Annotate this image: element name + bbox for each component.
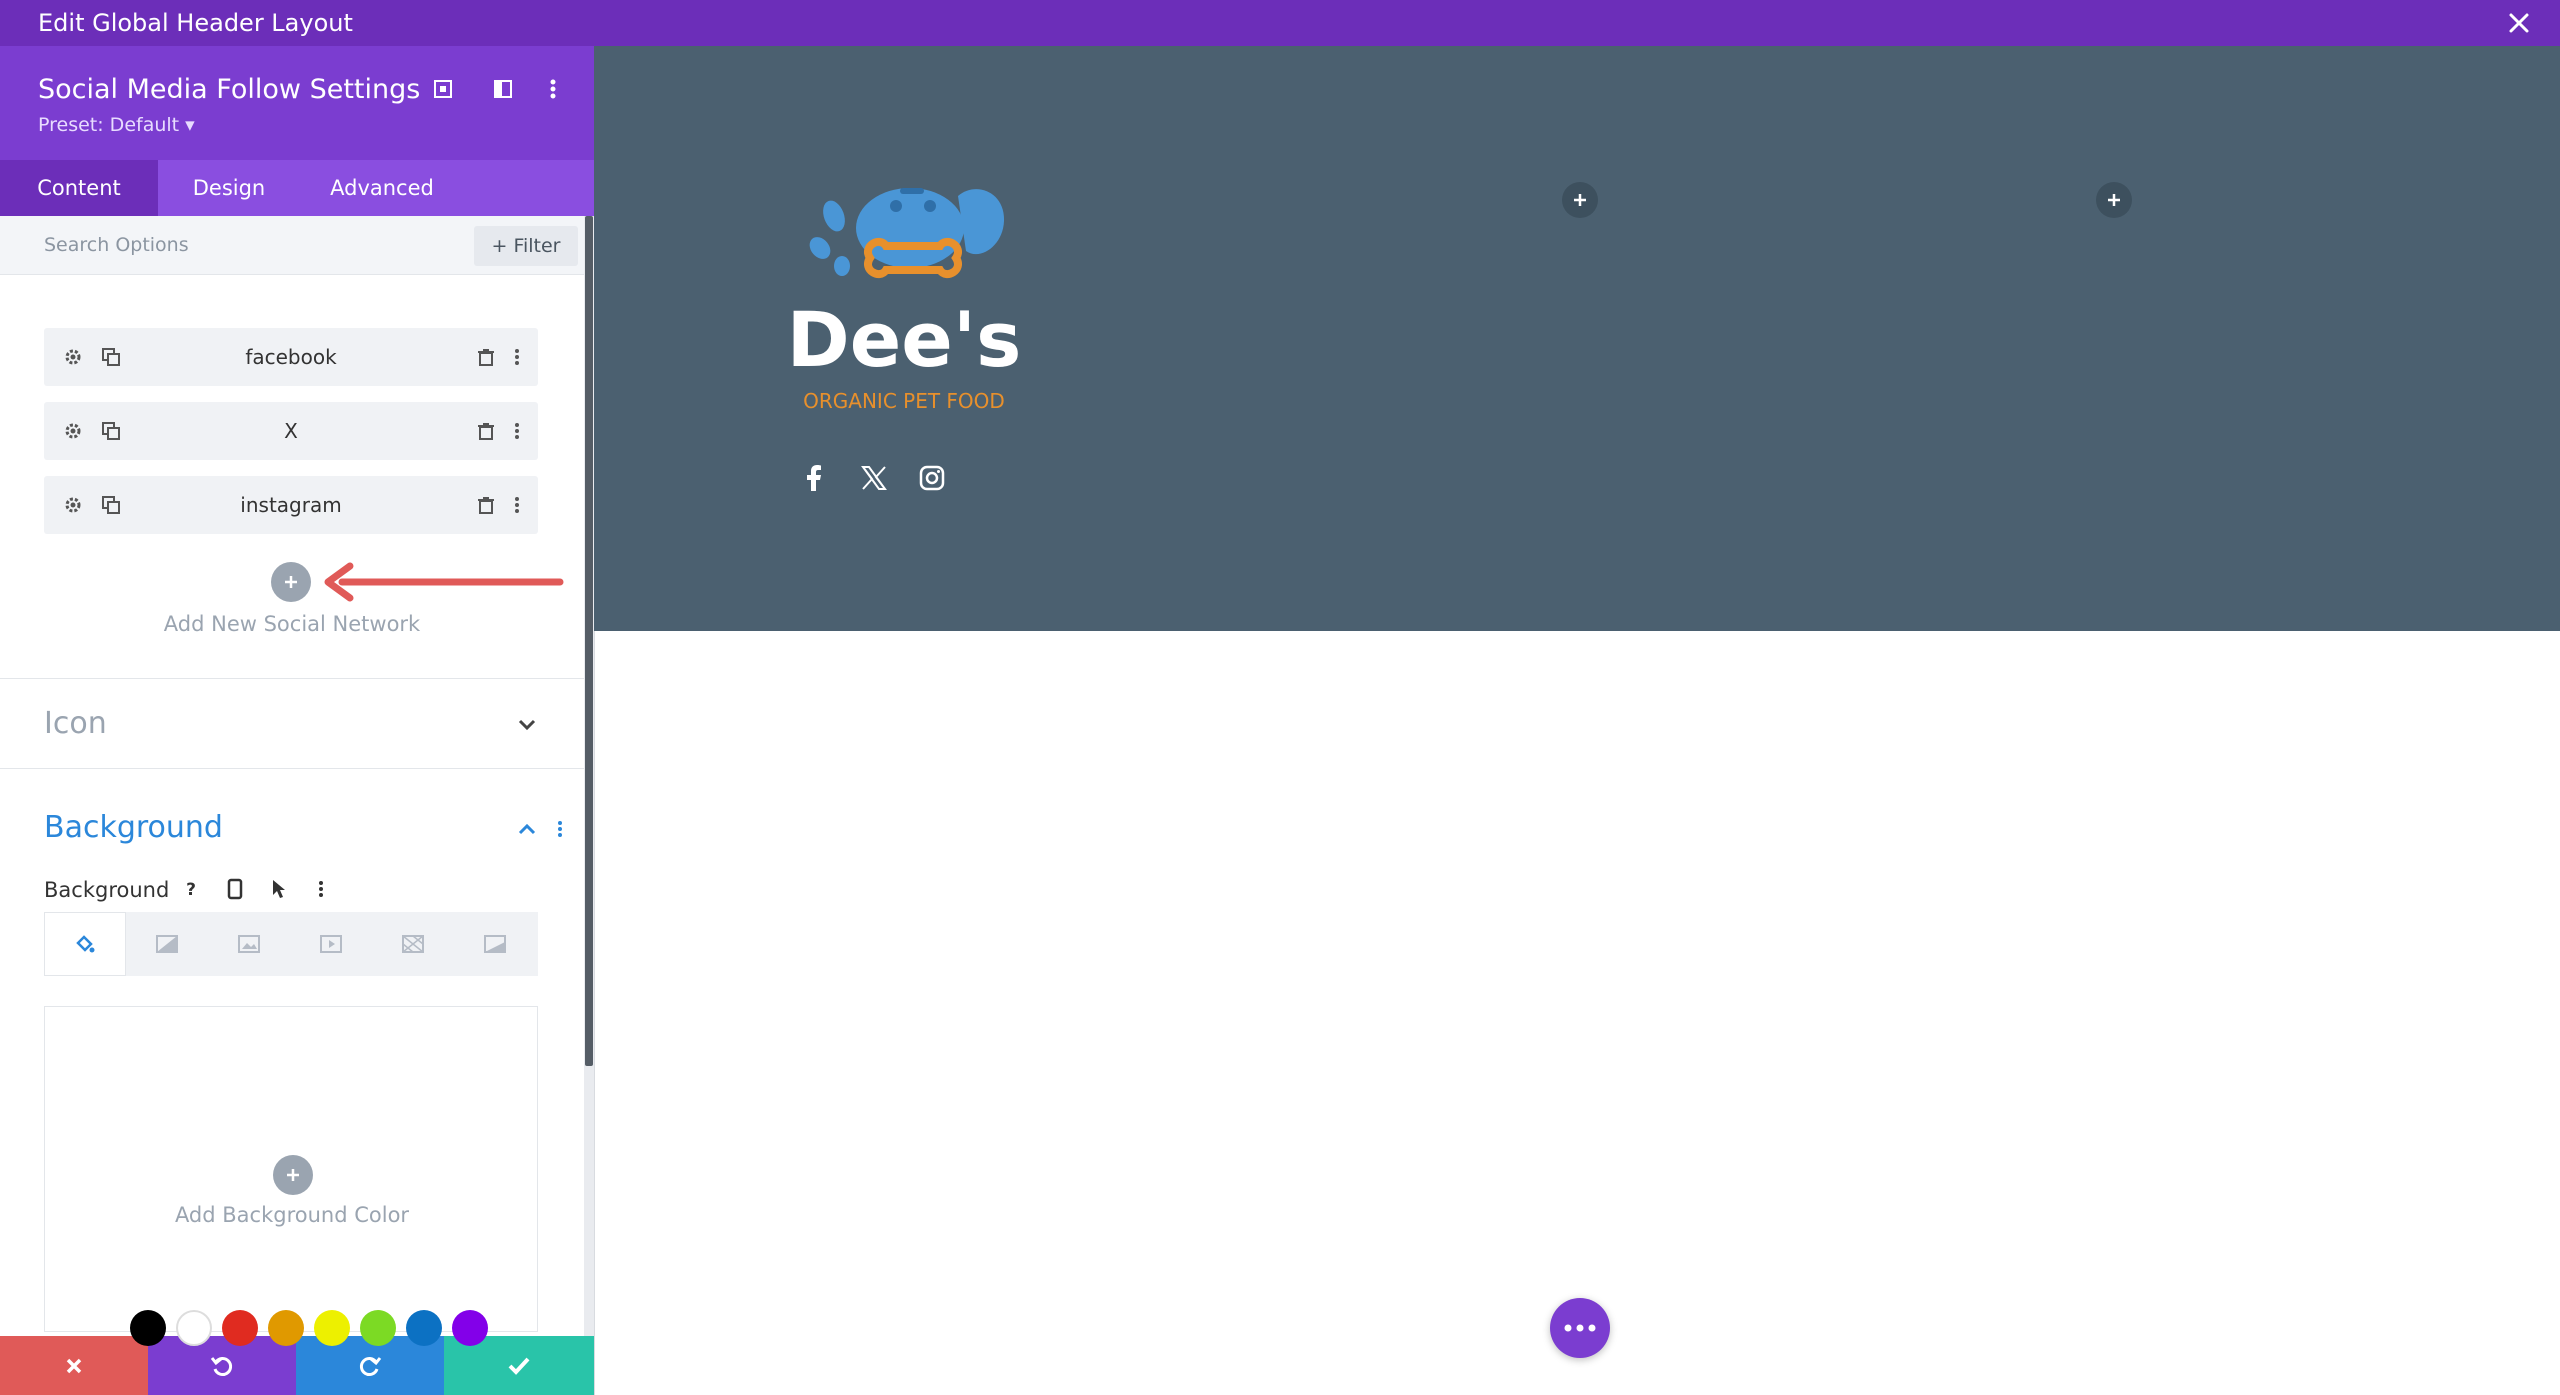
canvas-header-section[interactable]: Dee's ORGANIC PET FOOD bbox=[594, 46, 2560, 631]
panel-action-bar bbox=[0, 1336, 594, 1395]
video-icon[interactable] bbox=[290, 912, 372, 976]
builder-top-bar: Edit Global Header Layout bbox=[0, 0, 2560, 46]
help-icon[interactable]: ? bbox=[176, 874, 206, 904]
discard-button[interactable] bbox=[0, 1336, 148, 1395]
add-network-label: Add New Social Network bbox=[163, 612, 421, 636]
background-field-label: Background bbox=[44, 878, 170, 902]
duplicate-icon[interactable] bbox=[96, 416, 126, 446]
network-row-x[interactable]: X bbox=[44, 402, 538, 460]
color-fill-icon[interactable] bbox=[44, 912, 126, 976]
divider bbox=[0, 768, 584, 769]
trash-icon[interactable] bbox=[471, 490, 501, 520]
background-type-tabs bbox=[44, 912, 538, 976]
color-swatch[interactable] bbox=[268, 1310, 304, 1346]
duplicate-icon[interactable] bbox=[96, 490, 126, 520]
section-background[interactable]: Background bbox=[44, 810, 223, 845]
panel-title: Social Media Follow Settings bbox=[38, 74, 421, 105]
row-more-icon[interactable] bbox=[502, 342, 532, 372]
gear-icon[interactable] bbox=[58, 490, 88, 520]
builder-menu-button[interactable] bbox=[1550, 1298, 1610, 1358]
x-icon[interactable] bbox=[854, 458, 894, 498]
network-row-facebook[interactable]: facebook bbox=[44, 328, 538, 386]
color-swatch[interactable] bbox=[130, 1310, 166, 1346]
row-more-icon[interactable] bbox=[502, 416, 532, 446]
instagram-icon[interactable] bbox=[912, 458, 952, 498]
background-color-box: Add Background Color bbox=[44, 1006, 538, 1332]
network-row-instagram[interactable]: instagram bbox=[44, 476, 538, 534]
tab-design[interactable]: Design bbox=[158, 160, 300, 216]
gradient-icon[interactable] bbox=[126, 912, 208, 976]
color-swatch[interactable] bbox=[452, 1310, 488, 1346]
logo-tagline: ORGANIC PET FOOD bbox=[803, 389, 1005, 413]
filter-button[interactable]: + Filter bbox=[474, 226, 578, 266]
add-background-color-label: Add Background Color bbox=[174, 1203, 410, 1227]
image-icon[interactable] bbox=[208, 912, 290, 976]
search-input[interactable]: Search Options bbox=[44, 234, 189, 256]
pattern-icon[interactable] bbox=[372, 912, 454, 976]
add-module-button[interactable] bbox=[1562, 182, 1598, 218]
dees-logo: Dee's ORGANIC PET FOOD bbox=[790, 188, 1021, 413]
gear-icon[interactable] bbox=[58, 416, 88, 446]
tab-advanced[interactable]: Advanced bbox=[300, 160, 464, 216]
color-swatch[interactable] bbox=[176, 1310, 212, 1346]
color-swatch[interactable] bbox=[222, 1310, 258, 1346]
logo-wordmark: Dee's bbox=[790, 295, 1021, 384]
add-network-button[interactable] bbox=[271, 562, 311, 602]
window-title: Edit Global Header Layout bbox=[38, 9, 353, 37]
section-icon[interactable]: Icon bbox=[44, 706, 107, 741]
gear-icon[interactable] bbox=[58, 342, 88, 372]
chevron-down-icon[interactable] bbox=[512, 710, 542, 740]
divider bbox=[0, 678, 584, 679]
preset-selector[interactable]: Preset: Default ▾ bbox=[38, 114, 195, 136]
field-more-icon[interactable] bbox=[306, 874, 336, 904]
tab-content[interactable]: Content bbox=[0, 160, 158, 216]
hover-cursor-icon[interactable] bbox=[264, 874, 294, 904]
scrollbar-thumb[interactable] bbox=[585, 216, 593, 1066]
mask-icon[interactable] bbox=[454, 912, 536, 976]
more-options-icon[interactable] bbox=[538, 74, 568, 104]
trash-icon[interactable] bbox=[471, 416, 501, 446]
undo-button[interactable] bbox=[148, 1336, 296, 1395]
color-swatch[interactable] bbox=[406, 1310, 442, 1346]
color-swatch[interactable] bbox=[360, 1310, 396, 1346]
chevron-up-icon[interactable] bbox=[512, 814, 542, 844]
row-more-icon[interactable] bbox=[502, 490, 532, 520]
svg-text:?: ? bbox=[186, 880, 196, 900]
section-more-icon[interactable] bbox=[550, 814, 570, 844]
panel-tabs: Content Design Advanced bbox=[0, 160, 594, 216]
expand-icon[interactable] bbox=[428, 74, 458, 104]
layout-toggle-icon[interactable] bbox=[488, 74, 518, 104]
arrow-annotation bbox=[324, 562, 564, 602]
color-swatch[interactable] bbox=[314, 1310, 350, 1346]
settings-panel: Social Media Follow Settings Preset: Def… bbox=[0, 46, 595, 1395]
search-options[interactable]: Search Options + Filter bbox=[0, 216, 584, 275]
responsive-icon[interactable] bbox=[220, 874, 250, 904]
duplicate-icon[interactable] bbox=[96, 342, 126, 372]
trash-icon[interactable] bbox=[471, 342, 501, 372]
close-icon[interactable] bbox=[2502, 6, 2536, 40]
panel-header: Social Media Follow Settings Preset: Def… bbox=[0, 46, 594, 160]
panel-scrollbar[interactable] bbox=[584, 216, 594, 1395]
add-module-button[interactable] bbox=[2096, 182, 2132, 218]
facebook-icon[interactable] bbox=[794, 458, 834, 498]
add-background-color-button[interactable] bbox=[273, 1155, 313, 1195]
